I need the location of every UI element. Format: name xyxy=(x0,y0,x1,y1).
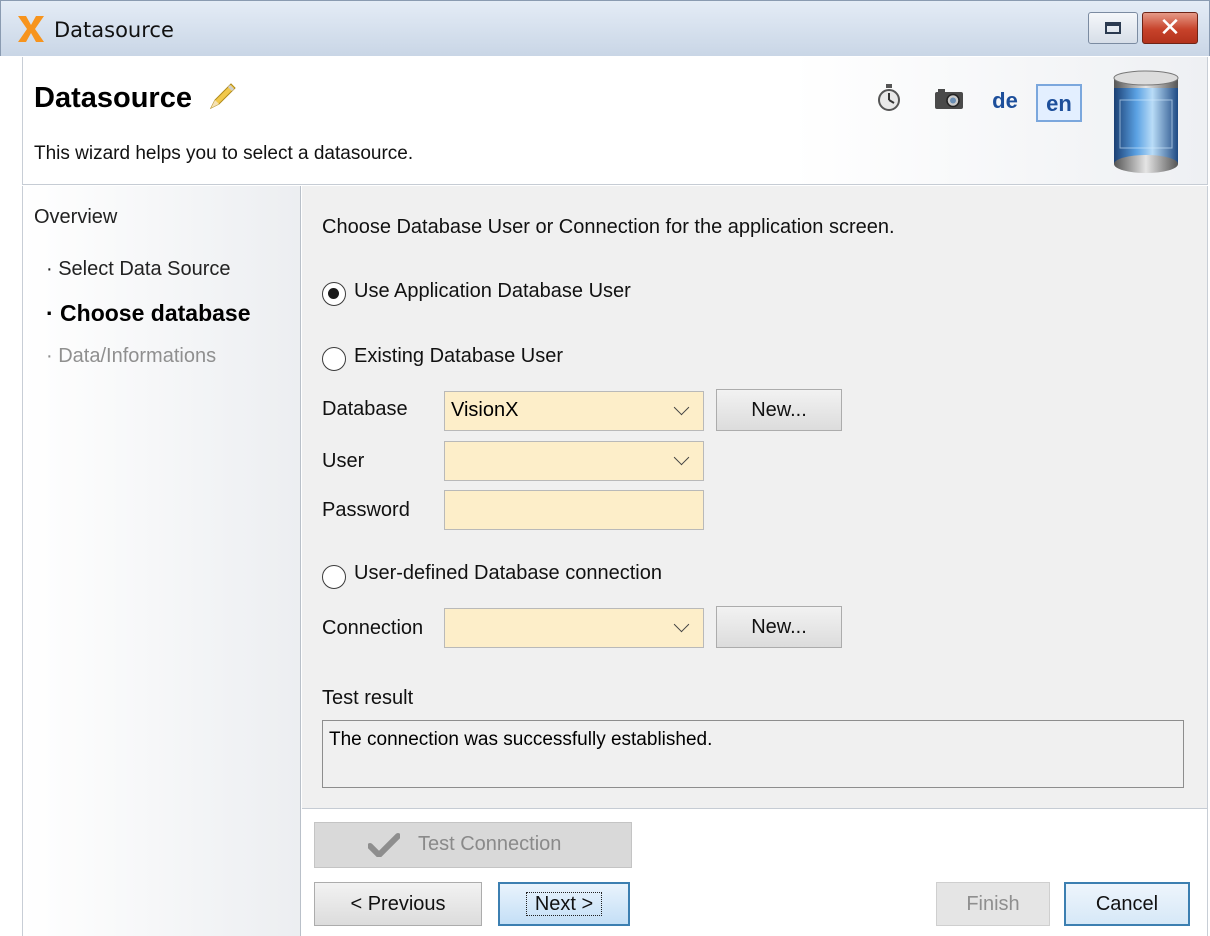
password-label: Password xyxy=(322,499,410,521)
user-label: User xyxy=(322,450,365,472)
wizard-header xyxy=(22,57,1208,185)
user-defined-connection-radio[interactable] xyxy=(322,565,346,589)
language-de-link[interactable]: de xyxy=(986,84,1024,118)
app-user-radio[interactable] xyxy=(322,282,346,306)
database-cylinder-icon xyxy=(1113,70,1179,173)
window-title: Datasource xyxy=(54,18,174,42)
connection-combo[interactable] xyxy=(444,608,704,648)
chevron-down-icon[interactable] xyxy=(665,609,703,647)
cancel-button[interactable]: Cancel xyxy=(1064,882,1190,926)
intro-text: Choose Database User or Connection for t… xyxy=(322,216,895,238)
user-defined-connection-radio-label[interactable]: User-defined Database connection xyxy=(354,562,662,585)
previous-button[interactable]: < Previous xyxy=(314,882,482,926)
pencil-icon xyxy=(209,83,236,110)
camera-icon[interactable] xyxy=(934,88,964,110)
language-en-link[interactable]: en xyxy=(1036,84,1082,122)
test-result-label: Test result xyxy=(322,687,414,709)
database-combo-value: VisionX xyxy=(451,399,519,421)
password-field[interactable] xyxy=(444,490,704,530)
user-combo[interactable] xyxy=(444,441,704,481)
connection-new-button[interactable]: New... xyxy=(716,606,842,648)
app-user-radio-label[interactable]: Use Application Database User xyxy=(354,280,631,303)
window-title-bar xyxy=(0,0,1210,56)
test-result-box: The connection was successfully establis… xyxy=(322,720,1184,788)
chevron-down-icon[interactable] xyxy=(665,392,703,430)
nav-step-select-data-source[interactable]: · Select Data Source xyxy=(46,258,231,281)
database-combo[interactable]: VisionX xyxy=(444,391,704,431)
nav-step-choose-database[interactable]: · Choose database xyxy=(46,300,251,327)
wizard-steps-panel xyxy=(22,186,301,936)
chevron-down-icon[interactable] xyxy=(665,442,703,480)
nav-step-data-informations: · Data/Informations xyxy=(46,345,217,367)
close-button[interactable]: ✕ xyxy=(1142,12,1198,44)
database-label: Database xyxy=(322,398,408,420)
next-button[interactable]: Next > xyxy=(498,882,630,926)
database-new-button[interactable]: New... xyxy=(716,389,842,431)
existing-user-radio-label[interactable]: Existing Database User xyxy=(354,345,563,368)
page-subtitle: This wizard helps you to select a dataso… xyxy=(34,143,414,164)
test-connection-label: Test Connection xyxy=(418,833,562,855)
maximize-button[interactable] xyxy=(1088,12,1138,44)
page-title: Datasource xyxy=(34,82,192,114)
finish-button: Finish xyxy=(936,882,1050,926)
stopwatch-icon[interactable] xyxy=(876,84,902,112)
nav-overview[interactable]: Overview xyxy=(34,206,117,229)
check-icon xyxy=(368,833,400,857)
app-x-logo-icon xyxy=(18,16,44,42)
next-button-label: Next > xyxy=(525,892,603,916)
connection-label: Connection xyxy=(322,617,424,639)
existing-user-radio[interactable] xyxy=(322,347,346,371)
